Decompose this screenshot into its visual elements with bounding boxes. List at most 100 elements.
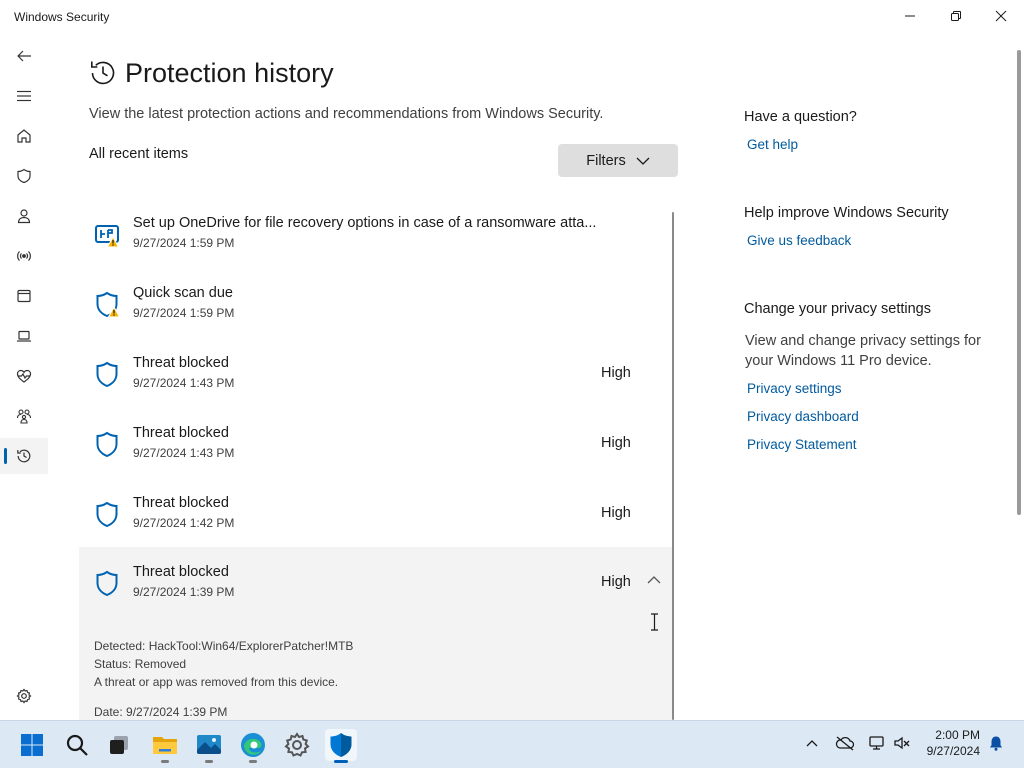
- minimize-icon: [905, 15, 915, 17]
- filters-button[interactable]: Filters: [558, 144, 678, 177]
- back-button[interactable]: [0, 38, 48, 74]
- windows-security-icon: [330, 733, 352, 757]
- clock-date: 9/27/2024: [926, 744, 980, 758]
- nav-device-performance[interactable]: [0, 358, 48, 394]
- settings-icon: [284, 732, 310, 757]
- file-explorer-icon: [153, 737, 177, 754]
- feedback-link[interactable]: Give us feedback: [747, 233, 851, 248]
- laptop-icon: [17, 330, 31, 342]
- photos-button[interactable]: [193, 729, 225, 763]
- windows-security-button[interactable]: [325, 729, 357, 763]
- severity-label: High: [601, 574, 631, 590]
- edge-icon: [241, 733, 265, 757]
- start-button[interactable]: [16, 729, 48, 761]
- title-bar: Windows Security: [0, 0, 1024, 32]
- file-explorer-button[interactable]: [149, 729, 181, 763]
- network-icon[interactable]: [867, 735, 887, 751]
- nav-virus-protection[interactable]: [0, 158, 48, 194]
- onedrive-offline-icon[interactable]: [835, 735, 855, 751]
- history-icon: [17, 449, 31, 463]
- nav-firewall[interactable]: [0, 238, 48, 274]
- severity-label: High: [601, 505, 631, 521]
- history-item-date: 9/27/2024 1:59 PM: [133, 236, 235, 250]
- privacy-dashboard-link[interactable]: Privacy dashboard: [747, 409, 859, 424]
- get-help-link[interactable]: Get help: [747, 137, 798, 152]
- history-icon: [91, 61, 115, 85]
- history-item[interactable]: Set up OneDrive for file recovery option…: [79, 198, 673, 268]
- history-item-expanded[interactable]: Threat blocked 9/27/2024 1:39 PM High De…: [79, 547, 673, 720]
- taskbar-clock[interactable]: 2:00 PM 9/27/2024: [918, 727, 980, 759]
- window-scrollbar[interactable]: [1017, 50, 1021, 515]
- severity-label: High: [601, 365, 631, 381]
- history-item-date: 9/27/2024 1:43 PM: [133, 446, 235, 460]
- history-item[interactable]: Threat blocked 9/27/2024 1:43 PM High: [79, 338, 673, 408]
- history-item[interactable]: Threat blocked 9/27/2024 1:42 PM High: [79, 478, 673, 548]
- history-item-date: 9/27/2024 1:43 PM: [133, 376, 235, 390]
- status-text: Status: Removed: [94, 657, 187, 671]
- chevron-down-icon: [636, 157, 650, 165]
- shield-icon: [17, 168, 31, 184]
- chevron-up-icon[interactable]: [647, 576, 661, 584]
- history-list: Set up OneDrive for file recovery option…: [79, 198, 675, 720]
- close-icon: [995, 10, 1007, 22]
- history-item[interactable]: Quick scan due 9/27/2024 1:59 PM: [79, 268, 673, 338]
- home-icon: [17, 129, 31, 143]
- privacy-text: View and change privacy settings for you…: [745, 333, 981, 369]
- nav-device-security[interactable]: [0, 318, 48, 354]
- menu-button[interactable]: [0, 78, 48, 114]
- search-button[interactable]: [61, 729, 93, 761]
- taskbar: [0, 720, 1024, 768]
- page-subtitle: View the latest protection actions and r…: [89, 106, 604, 122]
- shield-icon: [96, 570, 118, 597]
- privacy-settings-link[interactable]: Privacy settings: [747, 381, 842, 396]
- volume-muted-icon[interactable]: [893, 735, 911, 751]
- nav-app-browser-control[interactable]: [0, 278, 48, 314]
- restore-icon: [951, 11, 961, 21]
- privacy-statement-link[interactable]: Privacy Statement: [747, 437, 857, 452]
- minimize-button[interactable]: [887, 0, 933, 32]
- settings-button[interactable]: [281, 729, 313, 761]
- photos-icon: [197, 735, 221, 754]
- task-view-icon: [110, 736, 128, 754]
- history-item-title: Threat blocked: [133, 355, 229, 371]
- wireless-icon: [17, 251, 31, 261]
- shield-icon: [96, 431, 118, 458]
- heart-pulse-icon: [16, 369, 32, 383]
- notification-bell-icon[interactable]: [988, 735, 1004, 751]
- nav-settings[interactable]: [0, 678, 48, 714]
- list-scrollbar[interactable]: [672, 212, 674, 720]
- history-item-title: Threat blocked: [133, 564, 229, 580]
- close-button[interactable]: [978, 0, 1024, 32]
- history-item[interactable]: Threat blocked 9/27/2024 1:43 PM High: [79, 408, 673, 478]
- nav-protection-history[interactable]: [0, 438, 48, 474]
- nav-home[interactable]: [0, 118, 48, 154]
- history-item-title: Set up OneDrive for file recovery option…: [133, 215, 597, 231]
- task-view-button[interactable]: [103, 729, 135, 761]
- hamburger-menu-icon: [17, 90, 31, 102]
- shield-icon: [96, 361, 118, 388]
- nav-account-protection[interactable]: [0, 198, 48, 234]
- history-item-date: 9/27/2024 1:42 PM: [133, 516, 235, 530]
- edge-button[interactable]: [237, 729, 269, 763]
- date-text: Date: 9/27/2024 1:39 PM: [94, 705, 228, 719]
- app-title: Windows Security: [14, 10, 110, 24]
- history-item-title: Quick scan due: [133, 285, 233, 301]
- privacy-heading: Change your privacy settings: [744, 301, 931, 317]
- question-heading: Have a question?: [744, 109, 857, 125]
- nav-family-options[interactable]: [0, 398, 48, 434]
- detected-text: Detected: HackTool:Win64/ExplorerPatcher…: [94, 639, 354, 653]
- family-icon: [16, 409, 32, 424]
- search-icon: [66, 734, 88, 756]
- section-label: All recent items: [89, 146, 189, 162]
- nav-rail: [0, 36, 48, 720]
- start-icon: [21, 734, 43, 756]
- history-item-date: 9/27/2024 1:59 PM: [133, 306, 235, 320]
- clock-time: 2:00 PM: [935, 728, 980, 742]
- restore-button[interactable]: [933, 0, 979, 32]
- history-item-title: Threat blocked: [133, 425, 229, 441]
- page-title: Protection history: [125, 58, 334, 88]
- chevron-up-icon[interactable]: [805, 735, 819, 751]
- history-item-title: Threat blocked: [133, 495, 229, 511]
- gear-icon: [16, 688, 32, 704]
- person-icon: [17, 209, 31, 224]
